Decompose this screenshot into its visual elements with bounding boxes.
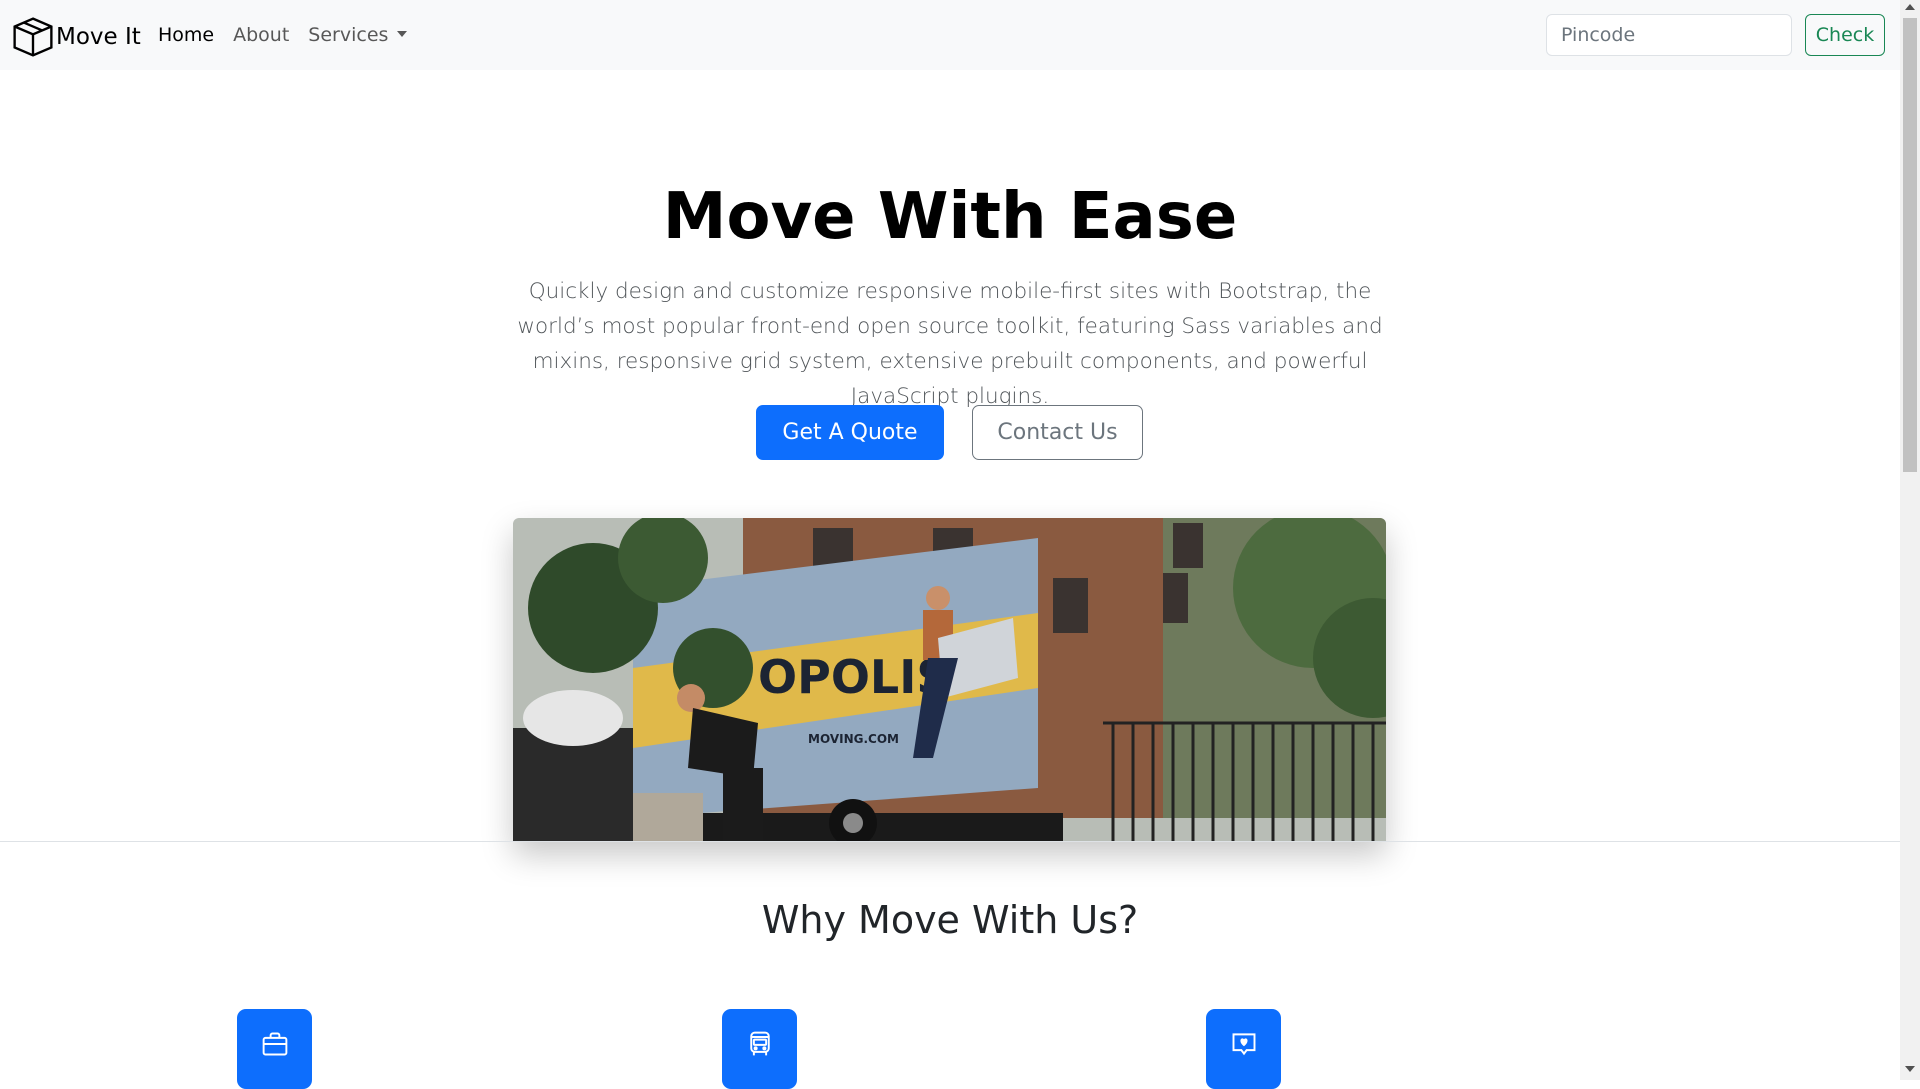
hero-title: Move With Ease [662,180,1238,254]
truck-url-text: MOVING.COM [808,732,899,746]
contact-us-button[interactable]: Contact Us [972,405,1143,460]
chat-heart-icon [1232,1033,1255,1056]
nav-links: Home About Services [158,0,408,70]
briefcase-icon [262,1032,287,1056]
nav-home[interactable]: Home [158,24,214,46]
scroll-down-arrow-icon[interactable] [1905,1066,1915,1072]
hero-image: OPOLIS MOVING.COM [513,518,1386,841]
scrollbar-thumb[interactable] [1903,18,1917,472]
box-icon [13,17,53,57]
caret-down-icon [397,30,408,37]
bus-icon [749,1031,770,1056]
feature-icon-bus [722,1009,797,1089]
nav-services-dropdown[interactable]: Services [308,24,408,46]
nav-about[interactable]: About [233,24,289,46]
feature-icon-briefcase [237,1009,312,1089]
features-title: Why Move With Us? [761,898,1139,942]
hero-lead: Quickly design and customize responsive … [517,279,1383,409]
page-scrollbar[interactable] [1900,0,1920,1080]
section-divider [0,841,1900,842]
nav-services-label: Services [308,24,389,46]
get-quote-button[interactable]: Get A Quote [756,405,944,460]
pincode-input[interactable] [1546,14,1792,56]
navbar: Move It Home About Services Check [0,0,1900,70]
scroll-up-arrow-icon[interactable] [1905,4,1915,10]
truck-brand-text: OPOLIS [758,650,949,704]
brand-logo[interactable]: Move It [12,16,141,58]
feature-icon-chat-heart [1206,1009,1281,1089]
brand-name: Move It [56,24,141,50]
check-button[interactable]: Check [1805,14,1885,56]
